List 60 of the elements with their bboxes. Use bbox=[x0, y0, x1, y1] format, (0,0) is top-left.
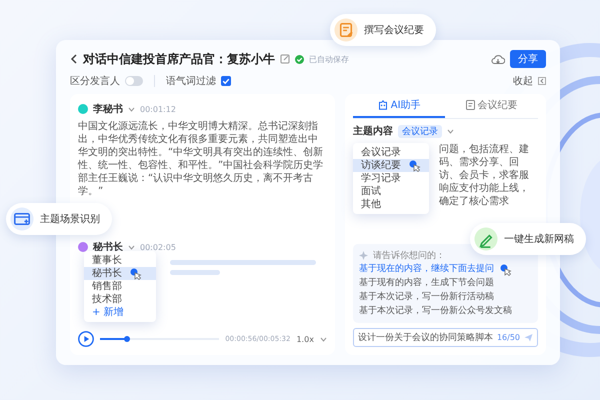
window-icon bbox=[10, 207, 34, 231]
filter-checkbox[interactable] bbox=[221, 76, 231, 86]
tab[interactable]: 会议纪要 bbox=[445, 94, 538, 118]
cursor-icon bbox=[408, 160, 421, 172]
menu-item[interactable]: 其他 bbox=[352, 198, 429, 211]
suggestion-item[interactable]: 基于本次记录，写一份新行活动稿 bbox=[358, 291, 532, 304]
check-icon bbox=[295, 54, 304, 64]
menu-item[interactable]: 秘书长 bbox=[84, 267, 156, 280]
suggestion-item[interactable]: 基于现有的内容，生成下节会问题 bbox=[358, 277, 532, 290]
chevron-icon[interactable] bbox=[128, 106, 135, 112]
save-status: 已自动保存 bbox=[309, 54, 349, 64]
toggle-label: 区分发言人 bbox=[70, 74, 120, 88]
add-speaker-link[interactable]: + 新增 bbox=[84, 306, 156, 319]
menu-item[interactable]: 面试 bbox=[352, 185, 429, 198]
summary-text: 问题，包括流程、建码、需求分享、回访、会员卡，求客服响应支付功能上线，确定了核心需求 bbox=[438, 143, 530, 208]
send-icon[interactable] bbox=[524, 333, 533, 342]
callout-label: 主题场景识别 bbox=[40, 212, 100, 226]
timestamp: 00:02:05 bbox=[140, 242, 176, 252]
topic-chip[interactable]: 会议记录 bbox=[398, 124, 442, 138]
window-title: 对话中信建投首席产品官：复苏小牛 bbox=[83, 50, 275, 68]
chevron-icon[interactable] bbox=[128, 244, 135, 250]
speed-selector[interactable]: 1.0x bbox=[296, 334, 314, 344]
tab[interactable]: AI助手 bbox=[352, 94, 446, 118]
document-icon bbox=[466, 100, 475, 110]
collapse-link[interactable]: 收起 bbox=[513, 74, 533, 88]
cloud-icon[interactable] bbox=[491, 54, 505, 64]
transcript-text: 中国文化源远流长，中华文明博大精深。总书记深刻指出，中华优秀传统文化有很多重要元素，共同塑造出中华文明的突出特性。“中华文明具有突出的连续性、创新性、统一性、包容性、和平性。”中国社会科学院历史学部主任王巍说：“认识中华文明悠久历史，离不开考古学。” bbox=[78, 120, 324, 198]
menu-item[interactable]: 会议记录 bbox=[352, 146, 429, 159]
pen-icon bbox=[474, 227, 498, 251]
document-icon bbox=[334, 18, 358, 42]
menu-item[interactable]: 技术部 bbox=[84, 293, 156, 306]
timestamp: 00:01:12 bbox=[140, 104, 176, 114]
prompt-title: 请告诉你想问的： bbox=[372, 250, 445, 262]
prompt-input[interactable]: 设计一份关于会议的协同策略脚本 16/50 bbox=[352, 328, 538, 347]
cursor-icon bbox=[500, 264, 512, 276]
callout-label: 撰写会议纪要 bbox=[364, 24, 424, 37]
callout-label: 一键生成新网稿 bbox=[504, 232, 574, 246]
menu-item[interactable]: 访谈纪要 bbox=[352, 159, 429, 172]
back-icon[interactable] bbox=[70, 54, 78, 64]
menu-item[interactable]: 学习记录 bbox=[352, 172, 429, 185]
speaker-name[interactable]: 秘书长 bbox=[93, 240, 123, 254]
suggestion-item[interactable]: 基于现在的内容，继续下面去提问 bbox=[358, 263, 532, 276]
char-counter: 16/50 bbox=[496, 333, 520, 342]
suggestion-item[interactable]: 基于本次记录，写一份新公众号发文稿 bbox=[358, 305, 532, 318]
progress-thumb[interactable] bbox=[124, 336, 130, 342]
menu-item[interactable]: 销售部 bbox=[84, 280, 156, 293]
collapse-icon[interactable] bbox=[538, 77, 546, 85]
share-button[interactable]: 分享 bbox=[510, 50, 546, 68]
edit-icon[interactable] bbox=[280, 54, 290, 64]
robot-icon bbox=[378, 100, 388, 110]
speaker-toggle[interactable] bbox=[125, 76, 143, 86]
menu-item[interactable]: 董事长 bbox=[84, 254, 156, 267]
cursor-icon bbox=[130, 268, 142, 280]
speaker-name[interactable]: 李秘书 bbox=[93, 102, 123, 116]
checkbox-label: 语气词过滤 bbox=[166, 74, 216, 88]
chevron-icon[interactable] bbox=[320, 336, 327, 342]
play-icon[interactable] bbox=[78, 331, 94, 347]
chevron-icon[interactable] bbox=[446, 128, 454, 134]
topic-label: 主题内容 bbox=[352, 124, 393, 138]
sparkle-icon bbox=[358, 251, 368, 260]
